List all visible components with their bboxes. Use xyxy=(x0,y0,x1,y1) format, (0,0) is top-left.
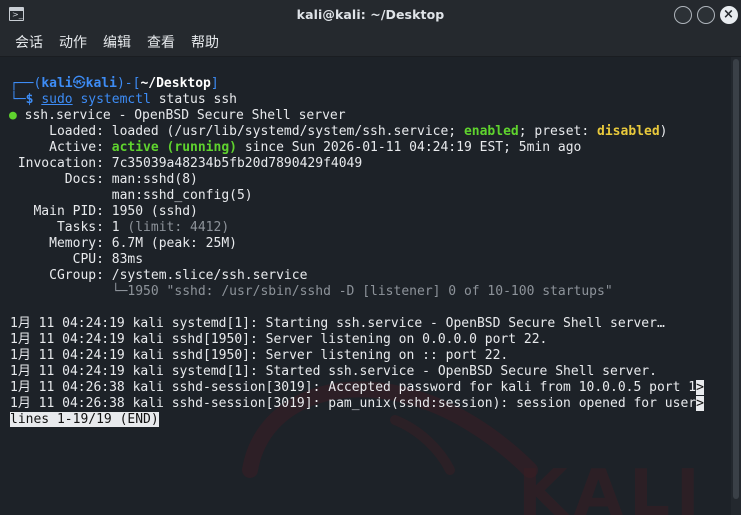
maximize-button[interactable] xyxy=(697,6,715,24)
tasks-line: Tasks: 1 (limit: 4412) xyxy=(10,220,229,236)
cgroup-label: CGroup: xyxy=(10,268,104,283)
scrollbar-thumb[interactable] xyxy=(733,59,739,499)
tasks-label: Tasks: xyxy=(10,220,104,235)
mainpid-label: Main PID: xyxy=(10,204,104,219)
cgroup-process: 1950 "sshd: /usr/sbin/sshd -D [listener]… xyxy=(127,284,613,299)
title-bar[interactable]: >_ kali@kali: ~/Desktop × xyxy=(0,0,741,31)
prompt-line-2: └─$ sudo systemctl status ssh xyxy=(10,92,237,108)
active-label: Active: xyxy=(10,140,104,155)
terminal-output[interactable]: KALI ┌──(kali㉿kali)-[~/Desktop] └─$ sudo… xyxy=(0,57,730,515)
log-text: 1月 11 04:26:38 kali sshd-session[3019]: … xyxy=(10,380,697,395)
minimize-button[interactable] xyxy=(674,6,692,24)
loaded-preset-label: ; preset: xyxy=(518,124,598,139)
loaded-path: loaded (/usr/lib/systemd/system/ssh.serv… xyxy=(111,124,464,139)
docs-sshd-config: man:sshd_config(5) xyxy=(10,188,253,203)
tasks-limit: (limit: 4412) xyxy=(127,220,230,235)
cgroup-value: /system.slice/ssh.service xyxy=(111,268,308,283)
cmd-systemctl: systemctl xyxy=(80,92,151,107)
menu-help[interactable]: 帮助 xyxy=(191,34,219,52)
tree-branch-icon: └─ xyxy=(10,284,128,299)
prompt-dollar: $ xyxy=(25,92,34,107)
loaded-line: Loaded: loaded (/usr/lib/systemd/system/… xyxy=(10,124,667,140)
log-line-truncated: 1月 11 04:26:38 kali sshd-session[3019]: … xyxy=(10,380,704,396)
prompt-user: kali xyxy=(41,76,73,91)
docs-sshd: man:sshd(8) xyxy=(111,172,198,187)
log-text: 1月 11 04:26:38 kali sshd-session[3019]: … xyxy=(10,396,697,411)
active-state-badge: active (running) xyxy=(111,140,237,155)
cpu-label: CPU: xyxy=(10,252,104,267)
prompt-line-1: ┌──(kali㉿kali)-[~/Desktop] xyxy=(10,76,219,92)
docs-line-2: man:sshd_config(5) xyxy=(10,188,253,204)
enabled-badge: enabled xyxy=(463,124,519,139)
window-title: kali@kali: ~/Desktop xyxy=(296,7,445,22)
cmd-args: status ssh xyxy=(158,92,238,107)
docs-line: Docs: man:sshd(8) xyxy=(10,172,198,188)
svg-text:KALI: KALI xyxy=(518,457,706,515)
mainpid-line: Main PID: 1950 (sshd) xyxy=(10,204,198,220)
pager-status-line: lines 1-19/19 (END) xyxy=(10,412,159,428)
prompt-corner-top: ┌──( xyxy=(10,76,42,91)
invocation-line: Invocation: 7c35039a48234b5fb20d7890429f… xyxy=(10,156,362,172)
prompt-path: ~/Desktop xyxy=(140,76,211,91)
close-icon: × xyxy=(723,7,734,22)
memory-label: Memory: xyxy=(10,236,104,251)
memory-value: 6.7M (peak: 25M) xyxy=(111,236,237,251)
log-line: 1月 11 04:24:19 kali sshd[1950]: Server l… xyxy=(10,332,548,347)
cpu-line: CPU: 83ms xyxy=(10,252,143,268)
active-line: Active: active (running) since Sun 2026-… xyxy=(10,140,581,156)
log-line: 1月 11 04:24:19 kali sshd[1950]: Server l… xyxy=(10,348,509,363)
menu-view[interactable]: 查看 xyxy=(147,34,175,52)
docs-label: Docs: xyxy=(10,172,104,187)
loaded-close: ) xyxy=(659,124,668,139)
preset-disabled-badge: disabled xyxy=(597,124,660,139)
log-line: 1月 11 04:24:19 kali systemd[1]: Starting… xyxy=(10,316,665,331)
menu-actions[interactable]: 动作 xyxy=(59,34,87,52)
cpu-value: 83ms xyxy=(111,252,144,267)
active-since: since Sun 2026-01-11 04:24:19 EST; 5min … xyxy=(244,140,582,155)
prompt-corner-bottom: └─ xyxy=(10,92,26,107)
cgroup-process-line: └─1950 "sshd: /usr/sbin/sshd -D [listene… xyxy=(10,284,613,300)
log-line-truncated: 1月 11 04:26:38 kali sshd-session[3019]: … xyxy=(10,396,704,412)
truncation-marker: > xyxy=(696,380,704,395)
pager-status: lines 1-19/19 (END) xyxy=(10,412,159,427)
loaded-label: Loaded: xyxy=(10,124,104,139)
prompt-host: kali xyxy=(85,76,117,91)
memory-line: Memory: 6.7M (peak: 25M) xyxy=(10,236,237,252)
service-header: ● ssh.service - OpenBSD Secure Shell ser… xyxy=(9,108,346,124)
prompt-mid: )-[ xyxy=(116,76,141,91)
menu-bar: 会话 动作 编辑 查看 帮助 xyxy=(0,30,741,57)
invocation-label: Invocation: xyxy=(10,156,104,171)
prompt-close: ] xyxy=(210,76,219,91)
cgroup-line: CGroup: /system.slice/ssh.service xyxy=(10,268,307,284)
truncation-marker: > xyxy=(696,396,704,411)
prompt-at: ㉿ xyxy=(72,76,86,91)
log-line: 1月 11 04:24:19 kali systemd[1]: Started … xyxy=(10,364,657,379)
status-dot-icon: ● xyxy=(9,108,17,123)
invocation-id: 7c35039a48234b5fb20d7890429f4049 xyxy=(111,156,363,171)
cmd-sudo: sudo xyxy=(41,92,73,107)
tasks-value: 1 xyxy=(111,220,120,235)
service-title: ssh.service - OpenBSD Secure Shell serve… xyxy=(24,108,346,123)
menu-edit[interactable]: 编辑 xyxy=(103,34,131,52)
close-button[interactable]: × xyxy=(720,6,738,24)
menu-session[interactable]: 会话 xyxy=(15,34,43,52)
mainpid-value: 1950 (sshd) xyxy=(111,204,198,219)
vertical-scrollbar[interactable] xyxy=(731,57,741,515)
